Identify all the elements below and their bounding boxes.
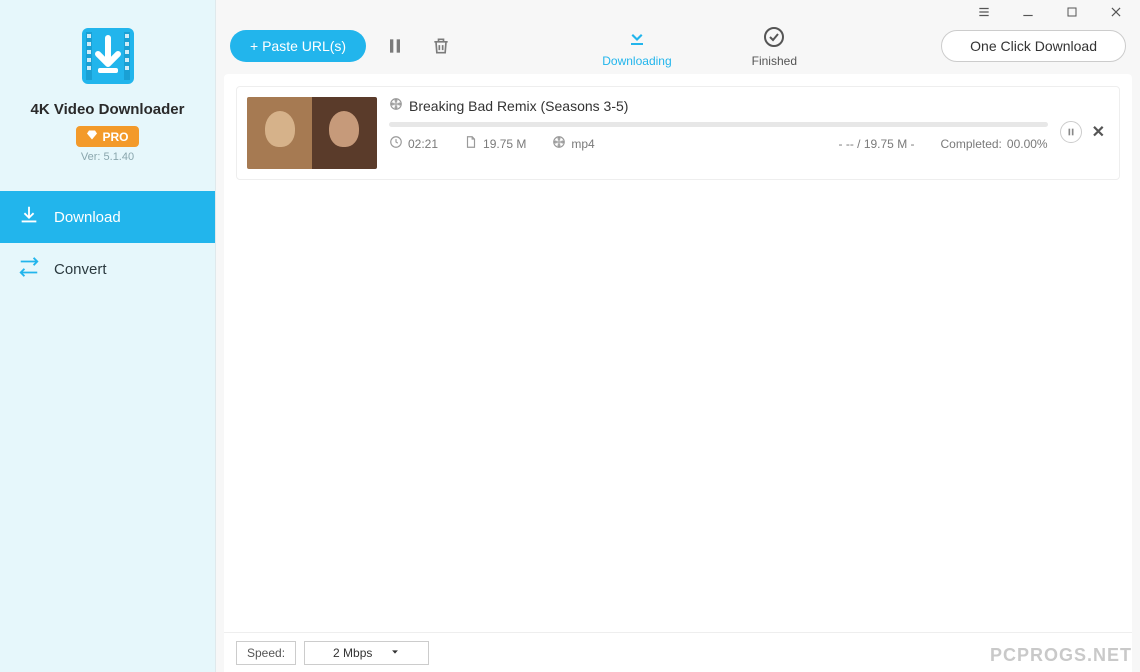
window-controls xyxy=(216,0,1140,22)
format-value: mp4 xyxy=(571,137,594,151)
film-icon xyxy=(389,97,403,114)
progress-bar xyxy=(389,122,1048,127)
minimize-button[interactable] xyxy=(1020,4,1036,20)
clock-icon xyxy=(389,135,403,152)
file-icon xyxy=(464,135,478,152)
watermark: PCPROGS.NET xyxy=(990,645,1132,666)
speed-select[interactable]: 2 Mbps xyxy=(304,641,429,665)
close-button[interactable] xyxy=(1108,4,1124,20)
sidebar: 4K Video Downloader PRO Ver: 5.1.40 Down… xyxy=(0,0,216,672)
download-list: Breaking Bad Remix (Seasons 3-5) 02:21 xyxy=(224,74,1132,632)
tab-downloading[interactable]: Downloading xyxy=(602,25,671,68)
downloading-icon xyxy=(625,25,649,52)
paste-url-button[interactable]: + Paste URL(s) xyxy=(230,30,366,62)
toolbar: + Paste URL(s) Downloading Fi xyxy=(216,22,1140,70)
version-label: Ver: 5.1.40 xyxy=(81,151,134,163)
speed-label: Speed: xyxy=(236,641,296,665)
download-meta: 02:21 19.75 M mp4 xyxy=(389,135,1048,152)
pro-label: PRO xyxy=(102,130,128,144)
video-thumbnail xyxy=(247,97,377,169)
main-panel: + Paste URL(s) Downloading Fi xyxy=(216,0,1140,672)
speed-value: 2 Mbps xyxy=(333,646,372,660)
chevron-down-icon xyxy=(390,646,400,660)
pro-badge: PRO xyxy=(76,126,138,147)
download-title-row: Breaking Bad Remix (Seasons 3-5) xyxy=(389,97,1048,114)
menu-icon[interactable] xyxy=(976,4,992,20)
app-logo xyxy=(76,24,140,91)
completed-pct: 00.00% xyxy=(1007,137,1048,151)
sidebar-item-download[interactable]: Download xyxy=(0,191,215,243)
sidebar-nav: Download Convert xyxy=(0,191,215,295)
pause-all-button[interactable] xyxy=(378,29,412,63)
convert-icon xyxy=(18,256,40,282)
diamond-icon xyxy=(86,129,98,144)
download-actions: ✕ xyxy=(1060,97,1105,143)
download-item: Breaking Bad Remix (Seasons 3-5) 02:21 xyxy=(236,86,1120,180)
remove-item-button[interactable]: ✕ xyxy=(1092,122,1105,142)
download-icon xyxy=(18,204,40,230)
pause-item-button[interactable] xyxy=(1060,121,1082,143)
size-value: 19.75 M xyxy=(483,137,526,151)
tab-label: Finished xyxy=(752,54,797,68)
sidebar-item-convert[interactable]: Convert xyxy=(0,243,215,295)
tabs: Downloading Finished xyxy=(470,25,929,68)
format-icon xyxy=(552,135,566,152)
maximize-button[interactable] xyxy=(1064,4,1080,20)
finished-icon xyxy=(762,25,786,52)
download-title: Breaking Bad Remix (Seasons 3-5) xyxy=(409,98,628,114)
one-click-download-button[interactable]: One Click Download xyxy=(941,30,1126,62)
tab-label: Downloading xyxy=(602,54,671,68)
download-body: Breaking Bad Remix (Seasons 3-5) 02:21 xyxy=(389,97,1048,152)
duration-value: 02:21 xyxy=(408,137,438,151)
tab-finished[interactable]: Finished xyxy=(752,25,797,68)
completed-label: Completed: xyxy=(941,137,1002,151)
delete-all-button[interactable] xyxy=(424,29,458,63)
transferred-value: - -- / 19.75 M - xyxy=(839,137,915,151)
sidebar-item-label: Download xyxy=(54,209,121,226)
sidebar-item-label: Convert xyxy=(54,261,107,278)
app-title: 4K Video Downloader xyxy=(31,101,185,118)
